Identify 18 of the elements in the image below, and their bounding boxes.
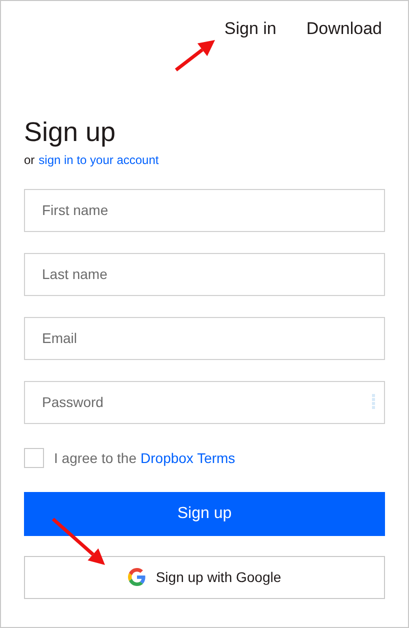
sign-in-link[interactable]: sign in to your account <box>38 150 159 168</box>
annotation-arrow <box>174 40 215 72</box>
terms-checkbox[interactable] <box>24 448 44 468</box>
google-sign-up-button[interactable]: Sign up with Google <box>24 556 385 598</box>
input-field[interactable]: Last name <box>24 252 385 296</box>
google-icon <box>128 568 146 586</box>
terms-link[interactable]: Dropbox Terms <box>140 448 236 468</box>
subtitle-text: or <box>24 152 35 168</box>
input-field[interactable]: Password <box>24 380 385 424</box>
annotation-arrow <box>52 518 105 565</box>
password-manager-icon[interactable] <box>372 394 376 410</box>
terms-text: I agree to the <box>54 448 137 468</box>
page-title: Sign up <box>24 116 117 148</box>
nav-link[interactable]: Download <box>306 16 382 42</box>
nav-link[interactable]: Sign in <box>224 16 276 42</box>
input-field[interactable]: First name <box>24 188 385 232</box>
sign-up-button[interactable]: Sign up <box>24 492 385 536</box>
input-field[interactable]: Email <box>24 316 385 360</box>
